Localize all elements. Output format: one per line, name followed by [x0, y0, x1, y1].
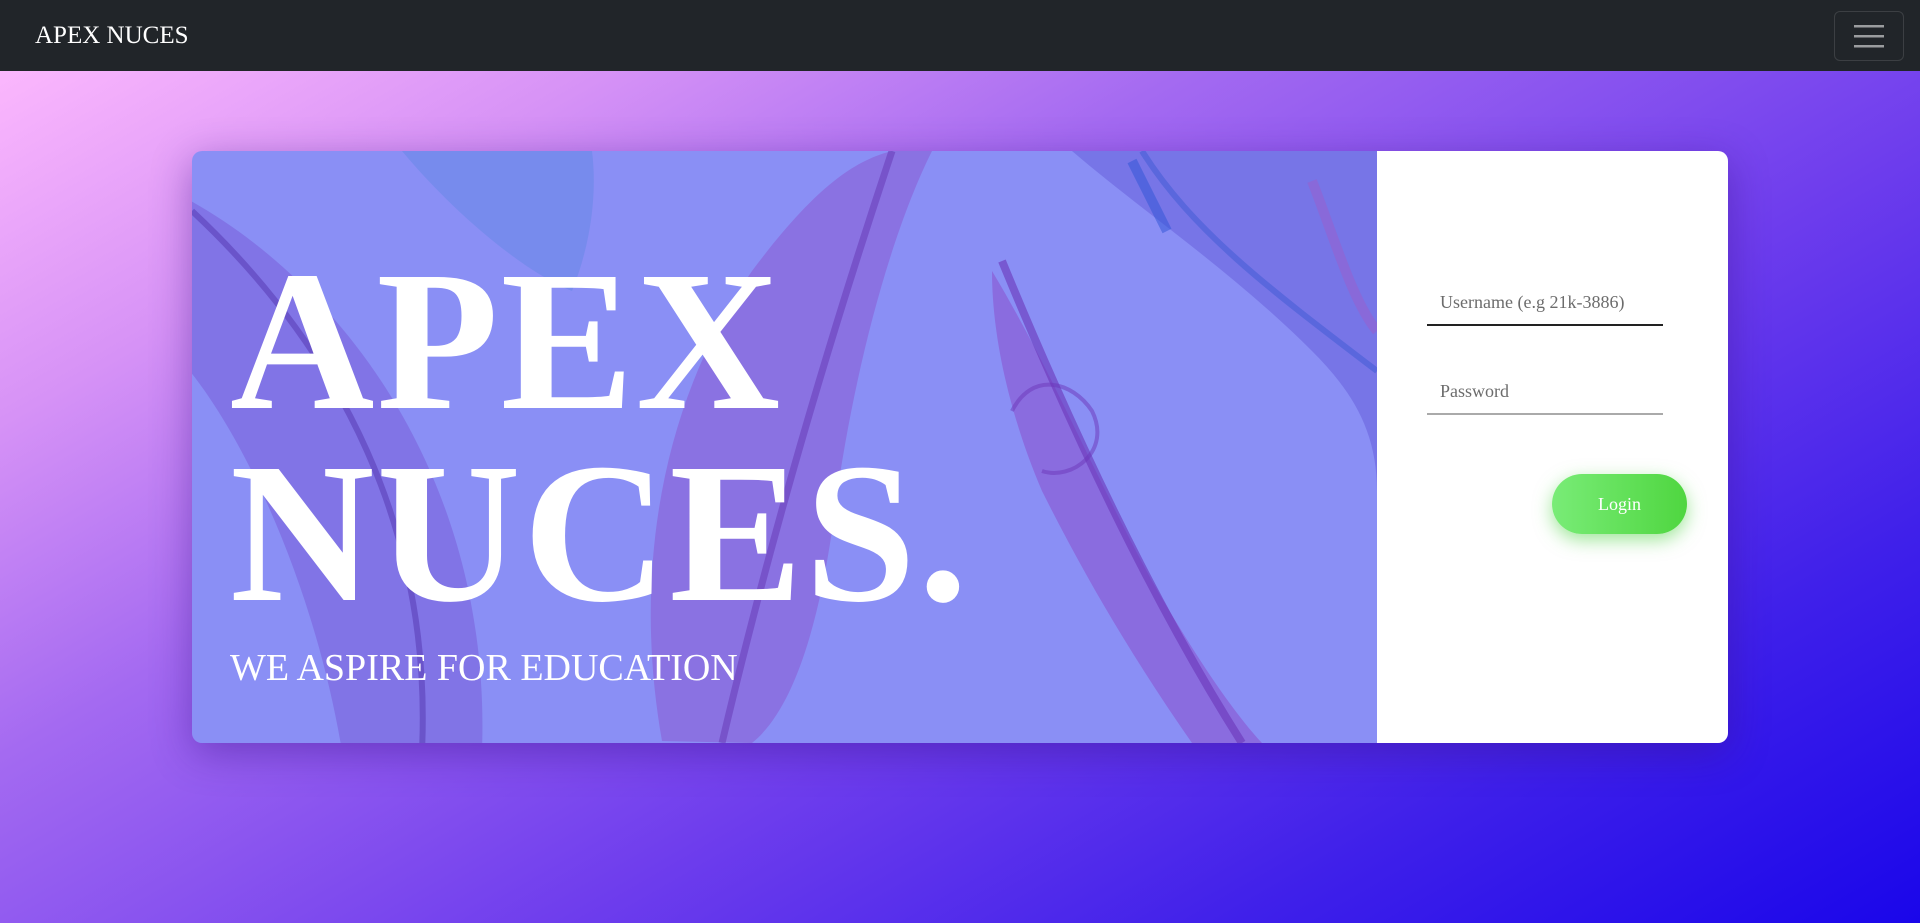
- hero-panel: APEX NUCES. WE ASPIRE FOR EDUCATION: [192, 151, 1377, 743]
- navbar-brand[interactable]: APEX NUCES: [35, 22, 189, 50]
- hero-title: APEX NUCES.: [230, 231, 970, 644]
- navbar-toggle-button[interactable]: [1834, 10, 1904, 61]
- hero-tagline: WE ASPIRE FOR EDUCATION: [230, 647, 738, 689]
- login-form-panel: Login: [1377, 151, 1728, 743]
- top-navbar: APEX NUCES: [0, 0, 1920, 71]
- hero-title-line-2: NUCES.: [230, 423, 970, 644]
- username-input[interactable]: [1427, 280, 1663, 326]
- password-input[interactable]: [1427, 369, 1663, 415]
- page-background: APEX NUCES. WE ASPIRE FOR EDUCATION Logi…: [0, 71, 1920, 923]
- login-button[interactable]: Login: [1552, 474, 1687, 534]
- hero-title-line-1: APEX: [230, 231, 783, 452]
- hamburger-menu-icon: [1854, 24, 1884, 47]
- login-card: APEX NUCES. WE ASPIRE FOR EDUCATION Logi…: [192, 151, 1728, 743]
